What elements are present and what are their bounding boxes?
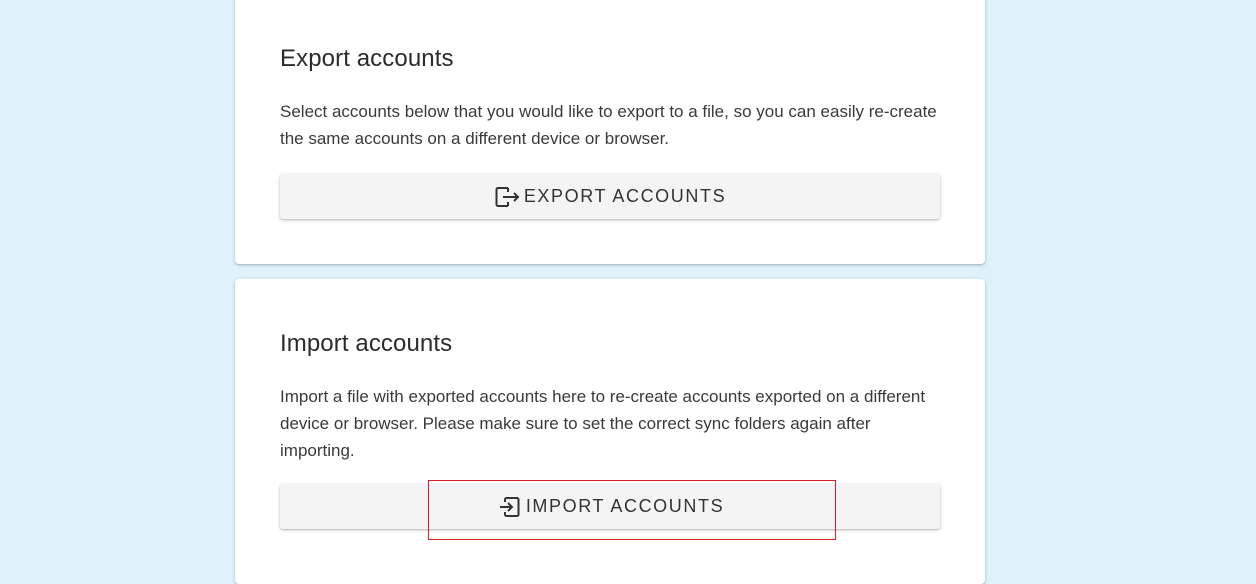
- import-section-title: Import accounts: [280, 330, 453, 357]
- export-section-description: Select accounts below that you would lik…: [280, 102, 937, 148]
- export-accounts-button[interactable]: EXPORT ACCOUNTS: [280, 174, 940, 219]
- import-section-description: Import a file with exported accounts her…: [280, 387, 926, 460]
- export-accounts-button-label: EXPORT ACCOUNTS: [523, 186, 727, 206]
- export-accounts-card: Export accounts Select accounts below th…: [235, 0, 985, 264]
- import-accounts-card: Import accounts Import a file with expor…: [235, 279, 985, 584]
- import-icon: [496, 495, 524, 519]
- export-icon: [494, 185, 522, 209]
- import-accounts-button[interactable]: IMPORT ACCOUNTS: [280, 484, 940, 529]
- import-accounts-button-label: IMPORT ACCOUNTS: [525, 496, 725, 516]
- export-section-title: Export accounts: [280, 45, 454, 72]
